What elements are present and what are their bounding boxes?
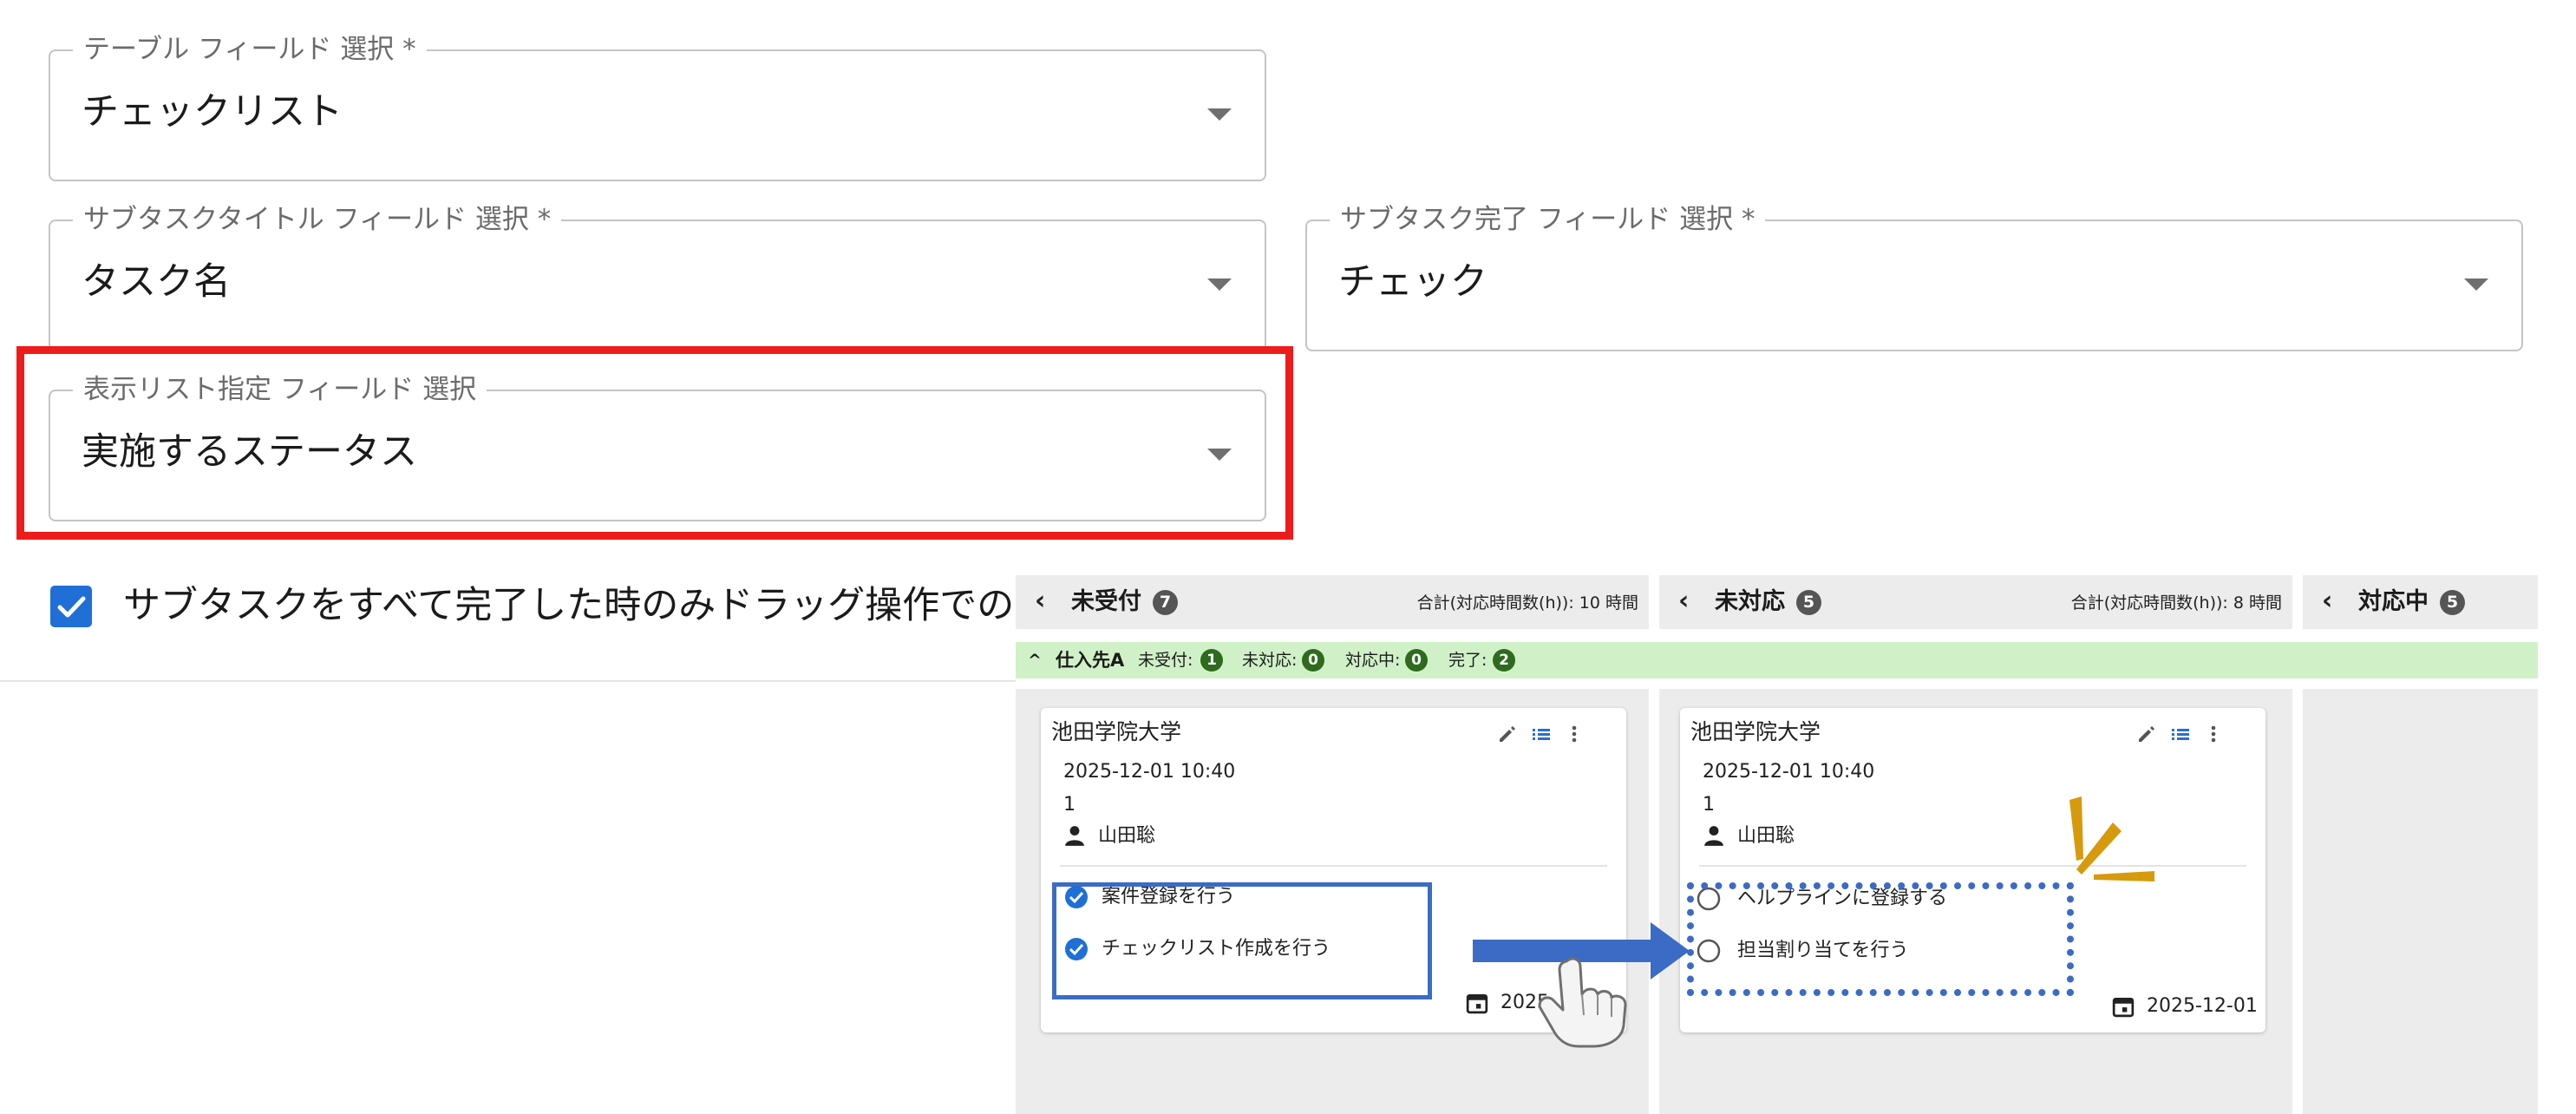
kanban-board: ‹ 未受付 7 合計(対応時間数(h)): 10 時間 ‹ 未対応 5 合計(対… <box>1016 575 2538 1114</box>
edit-icon[interactable] <box>1500 726 1515 742</box>
card-divider <box>1699 865 2246 867</box>
column-header-unaccepted[interactable]: ‹ 未受付 7 合計(対応時間数(h)): 10 時間 <box>1016 575 1649 629</box>
group-stat-label: 完了: <box>1448 651 1487 670</box>
chevron-left-icon[interactable]: ‹ <box>1678 586 1689 617</box>
card-datetime: 2025-12-01 10:40 <box>1063 761 1236 783</box>
subtask-title-field-value: タスク名 <box>82 260 231 304</box>
highlight-frame <box>16 346 1293 540</box>
card-due-date: 2025-12-01 <box>2147 995 2258 1017</box>
card-number: 1 <box>1703 794 1715 816</box>
column-count-badge: 7 <box>1153 590 1178 615</box>
table-field-select[interactable]: テーブル フィールド 選択 * チェックリスト <box>49 32 1266 181</box>
group-stat-badge: 2 <box>1493 649 1515 672</box>
group-stat-badge: 1 <box>1200 649 1223 672</box>
column-title: 対応中 <box>2358 588 2429 615</box>
card-actions <box>1500 725 1577 743</box>
hand-pointer-icon <box>1538 957 1627 1048</box>
more-vert-icon[interactable] <box>2211 725 2216 743</box>
calendar-icon <box>2112 997 2135 1018</box>
group-stat-label: 未受付: <box>1138 651 1193 670</box>
person-icon <box>1065 826 1084 846</box>
subtask-title-field-label: サブタスクタイトル フィールド 選択 * <box>73 202 562 237</box>
card-divider <box>1060 865 1607 867</box>
card-title: 池田学院大学 <box>1051 719 1182 744</box>
list-icon[interactable] <box>1533 729 1550 740</box>
column-header-not-handled[interactable]: ‹ 未対応 5 合計(対応時間数(h)): 8 時間 <box>1659 575 2292 629</box>
chevron-left-icon[interactable]: ‹ <box>2322 586 2332 617</box>
table-field-label: テーブル フィールド 選択 * <box>73 32 427 67</box>
edit-icon[interactable] <box>2139 726 2154 742</box>
column-body <box>2303 689 2538 1114</box>
list-icon[interactable] <box>2172 729 2189 740</box>
table-field-value: チェックリスト <box>82 90 343 134</box>
card-number: 1 <box>1063 794 1076 816</box>
column-count-badge: 5 <box>2440 590 2465 615</box>
check-icon <box>57 596 86 618</box>
card-assignee: 山田聡 <box>1737 825 1795 847</box>
subtask-done-field-value: チェック <box>1338 260 1487 304</box>
checkbox-label: サブタスクをすべて完了した時のみドラッグ操作での <box>123 584 1015 627</box>
incomplete-subtasks-highlight <box>1687 882 2074 996</box>
chevron-down-icon[interactable] <box>2464 278 2488 291</box>
column-title: 未受付 <box>1071 588 1141 615</box>
divider <box>0 680 1017 682</box>
group-stat-badge: 0 <box>1302 649 1324 672</box>
chevron-down-icon[interactable] <box>1207 108 1232 121</box>
column-total: 合計(対応時間数(h)): 10 時間 <box>1416 593 1638 613</box>
chevron-up-icon[interactable]: ^ <box>1028 648 1042 672</box>
card-title: 池田学院大学 <box>1690 719 1821 744</box>
column-title: 未対応 <box>1715 588 1785 615</box>
more-vert-icon[interactable] <box>1572 725 1577 743</box>
drag-only-complete-checkbox[interactable] <box>50 586 92 627</box>
calendar-icon <box>1466 993 1488 1014</box>
group-stat-label: 対応中: <box>1345 651 1401 670</box>
completed-subtasks-highlight <box>1052 882 1432 999</box>
column-total: 合計(対応時間数(h)): 8 時間 <box>2070 593 2282 613</box>
group-stat-label: 未対応: <box>1242 651 1298 670</box>
chevron-left-icon[interactable]: ‹ <box>1035 586 1045 617</box>
chevron-down-icon[interactable] <box>1207 278 1232 291</box>
subtask-done-field-select[interactable]: サブタスク完了 フィールド 選択 * チェック <box>1305 202 2523 351</box>
group-stat-badge: 0 <box>1405 649 1428 672</box>
person-icon <box>1704 826 1723 846</box>
card-assignee: 山田聡 <box>1098 825 1156 847</box>
subtask-done-field-label: サブタスク完了 フィールド 選択 * <box>1330 202 1766 237</box>
subtask-title-field-select[interactable]: サブタスクタイトル フィールド 選択 * タスク名 <box>49 202 1266 351</box>
column-header-in-progress[interactable]: ‹ 対応中 5 <box>2303 575 2538 629</box>
group-name: 仕入先A <box>1056 650 1125 671</box>
card-actions <box>2139 725 2216 743</box>
sparkle-icon <box>2069 796 2154 881</box>
column-count-badge: 5 <box>1796 590 1821 615</box>
card-datetime: 2025-12-01 10:40 <box>1703 761 1875 783</box>
swimlane-group-header[interactable]: ^ 仕入先A 未受付: 1 未対応: 0 対応中: 0 完了: 2 <box>1016 642 2538 678</box>
